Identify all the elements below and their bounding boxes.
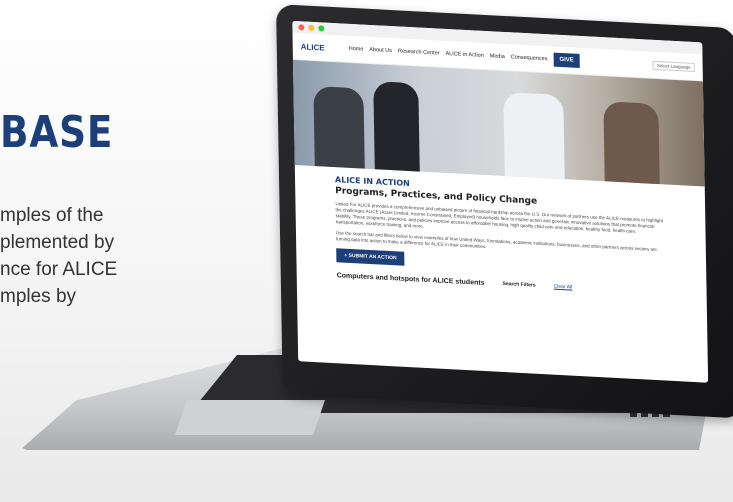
promo-title: BASE — [0, 107, 114, 158]
nav-about[interactable]: About Us — [369, 47, 392, 54]
minimize-dot-icon[interactable] — [308, 24, 315, 32]
nav-alice-in-action[interactable]: ALICE in Action — [446, 51, 484, 59]
hero-image — [292, 59, 705, 187]
promo-line: nce for ALICE — [0, 259, 118, 280]
main-content: ALICE IN ACTION Programs, Practices, and… — [295, 165, 707, 307]
nav-media[interactable]: Media — [490, 53, 505, 60]
promo-line: mples of the — [0, 205, 104, 226]
person-shape — [503, 91, 565, 180]
promo-line: plemented by — [0, 232, 115, 253]
site-logo[interactable]: ALICE — [301, 42, 325, 52]
submit-action-button[interactable]: + SUBMIT AN ACTION — [336, 248, 405, 266]
search-filters-label: Search Filters — [502, 280, 536, 289]
nav-research[interactable]: Research Center — [398, 48, 440, 56]
laptop-screen: ALICE Home About Us Research Center ALIC… — [292, 20, 709, 383]
person-shape — [603, 101, 660, 185]
maximize-dot-icon[interactable] — [318, 25, 325, 32]
person-shape — [373, 81, 420, 172]
clear-all-link[interactable]: Clear All — [554, 284, 573, 291]
result-title[interactable]: Computers and hotspots for ALICE student… — [337, 272, 485, 287]
person-shape — [313, 85, 365, 169]
close-dot-icon[interactable] — [298, 24, 305, 31]
results-header: Computers and hotspots for ALICE student… — [337, 272, 667, 296]
promo-text: mples of the plemented by nce for ALICE … — [0, 202, 117, 310]
language-select[interactable]: Select Language — [652, 60, 695, 72]
promo-line: mples by — [0, 286, 77, 307]
nav-home[interactable]: Home — [349, 46, 364, 53]
give-button[interactable]: GIVE — [553, 52, 580, 68]
laptop-lid: ALICE Home About Us Research Center ALIC… — [276, 4, 733, 419]
laptop-trackpad — [175, 400, 325, 435]
nav-consequences[interactable]: Consequences — [511, 54, 548, 62]
